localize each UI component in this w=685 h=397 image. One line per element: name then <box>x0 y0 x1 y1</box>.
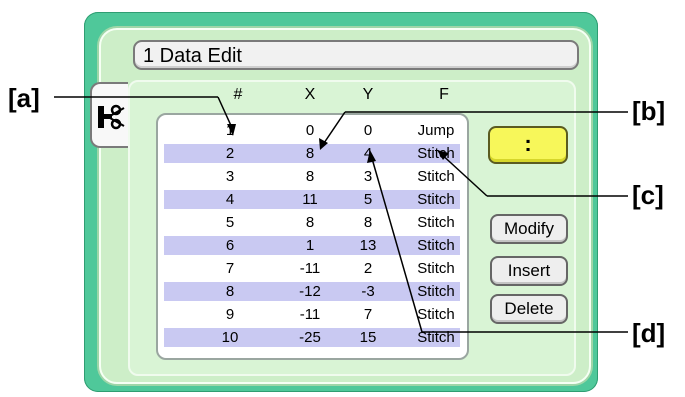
cell-x: -11 <box>299 306 321 323</box>
table-row[interactable]: 8 -12 -3 Stitch <box>164 282 460 301</box>
table-row[interactable]: 4 11 5 Stitch <box>164 190 460 209</box>
table-row[interactable]: 3 8 3 Stitch <box>164 167 460 186</box>
cell-y: 4 <box>363 145 373 162</box>
cell-f: Stitch <box>417 283 455 300</box>
cell-f: Stitch <box>417 260 455 277</box>
cell-f: Stitch <box>417 329 455 346</box>
cell-x: 8 <box>305 168 315 185</box>
table-row[interactable]: 9 -11 7 Stitch <box>164 305 460 324</box>
cell-x: 11 <box>302 191 318 208</box>
cell-x: 8 <box>305 214 315 231</box>
cell-y: 5 <box>363 191 373 208</box>
cell-number: 2 <box>225 145 235 162</box>
cell-y: 2 <box>363 260 373 277</box>
cell-y: 3 <box>363 168 373 185</box>
delete-button[interactable]: Delete <box>490 294 568 324</box>
sidetab[interactable] <box>90 82 128 148</box>
modify-button[interactable]: Modify <box>490 214 568 244</box>
cell-x: 1 <box>305 237 315 254</box>
table-row[interactable]: 2 8 4 Stitch <box>164 144 460 163</box>
cell-number: 8 <box>225 283 235 300</box>
cell-number: 9 <box>225 306 235 323</box>
cell-number: 10 <box>221 329 239 346</box>
column-header-x: X <box>304 86 316 103</box>
cell-f: Stitch <box>417 168 455 185</box>
cell-x: -25 <box>299 329 321 346</box>
cell-y: 15 <box>359 329 377 346</box>
cell-number: 5 <box>225 214 235 231</box>
cell-x: 8 <box>305 145 315 162</box>
window-title: 1 Data Edit <box>143 45 242 67</box>
colon-button[interactable]: : <box>488 126 568 164</box>
cell-y: 13 <box>359 237 377 254</box>
callout-a: [a] <box>8 83 40 113</box>
cell-y: 7 <box>363 306 373 323</box>
cell-f: Stitch <box>417 237 455 254</box>
table-row[interactable]: 10 -25 15 Stitch <box>164 328 460 347</box>
column-header-f: F <box>439 86 449 103</box>
table-row[interactable]: 6 1 13 Stitch <box>164 236 460 255</box>
cell-f: Stitch <box>417 191 455 208</box>
cell-x: -11 <box>299 260 321 277</box>
cell-number: 4 <box>225 191 235 208</box>
callout-d: [d] <box>632 318 666 348</box>
cell-y: -3 <box>361 283 375 300</box>
table-row[interactable]: 5 8 8 Stitch <box>164 213 460 232</box>
cell-number: 3 <box>225 168 235 185</box>
cell-number: 6 <box>225 237 235 254</box>
table-row[interactable]: 7 -11 2 Stitch <box>164 259 460 278</box>
column-header-number: # <box>233 86 243 103</box>
callout-b: [b] <box>632 96 666 126</box>
cell-number: 7 <box>225 260 235 277</box>
cell-x: -12 <box>299 283 321 300</box>
table-row[interactable]: 1 0 0 Jump <box>164 121 460 140</box>
cell-x: 0 <box>305 122 315 139</box>
cell-f: Stitch <box>417 306 455 323</box>
column-header-y: Y <box>362 86 374 103</box>
cell-y: 8 <box>363 214 373 231</box>
cell-number: 1 <box>225 122 235 139</box>
callout-c: [c] <box>632 180 664 210</box>
insert-button[interactable]: Insert <box>490 256 568 286</box>
title-bar: 1 Data Edit <box>133 40 579 70</box>
cell-f: Stitch <box>417 145 455 162</box>
scissors-icon <box>98 104 125 130</box>
cell-f: Stitch <box>417 214 455 231</box>
cell-f: Jump <box>417 122 455 139</box>
cell-y: 0 <box>363 122 373 139</box>
